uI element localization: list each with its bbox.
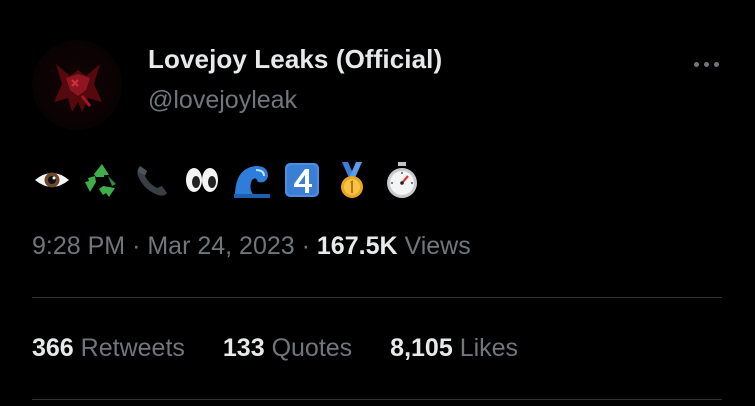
likes-count: 8,105 — [390, 334, 453, 362]
divider — [32, 297, 722, 298]
eyes-emoji — [182, 160, 222, 200]
more-options-button[interactable] — [686, 52, 726, 76]
views-label: Views — [404, 232, 471, 260]
meta-separator: · — [301, 232, 310, 260]
tweet-date[interactable]: Mar 24, 2023 — [147, 232, 294, 260]
tweet-meta: 9:28 PM · Mar 24, 2023 · 167.5K Views — [32, 232, 471, 261]
author-handle[interactable]: @lovejoyleak — [148, 86, 297, 115]
first-place-medal-emoji — [332, 160, 372, 200]
wave-emoji — [232, 160, 272, 200]
retweets-label: Retweets — [80, 334, 185, 362]
quotes-count: 133 — [222, 334, 265, 362]
tweet-detail: Lovejoy Leaks (Official) @lovejoyleak 9:… — [0, 0, 755, 406]
ellipsis-icon — [693, 61, 699, 67]
author-display-name[interactable]: Lovejoy Leaks (Official) — [148, 44, 442, 75]
red-bat-logo-icon — [54, 64, 102, 112]
recycle-emoji — [82, 160, 122, 200]
telephone-emoji — [132, 160, 172, 200]
divider — [32, 399, 722, 400]
quotes-label: Quotes — [271, 334, 353, 362]
likes-label: Likes — [459, 334, 519, 362]
retweets-stat[interactable]: 366 Retweets — [32, 334, 185, 363]
stopwatch-emoji — [382, 160, 422, 200]
quotes-stat[interactable]: 133 Quotes — [223, 334, 352, 363]
tweet-time[interactable]: 9:28 PM — [32, 232, 125, 260]
tweet-text — [32, 158, 432, 202]
avatar[interactable] — [32, 40, 122, 130]
views-count: 167.5K — [316, 232, 398, 260]
retweets-count: 366 — [32, 334, 74, 362]
likes-stat[interactable]: 8,105 Likes — [390, 334, 518, 363]
eye-emoji — [32, 160, 72, 200]
engagement-stats: 366 Retweets 133 Quotes 8,105 Likes — [32, 334, 556, 363]
meta-separator: · — [132, 232, 141, 260]
keycap-4-emoji — [282, 160, 322, 200]
